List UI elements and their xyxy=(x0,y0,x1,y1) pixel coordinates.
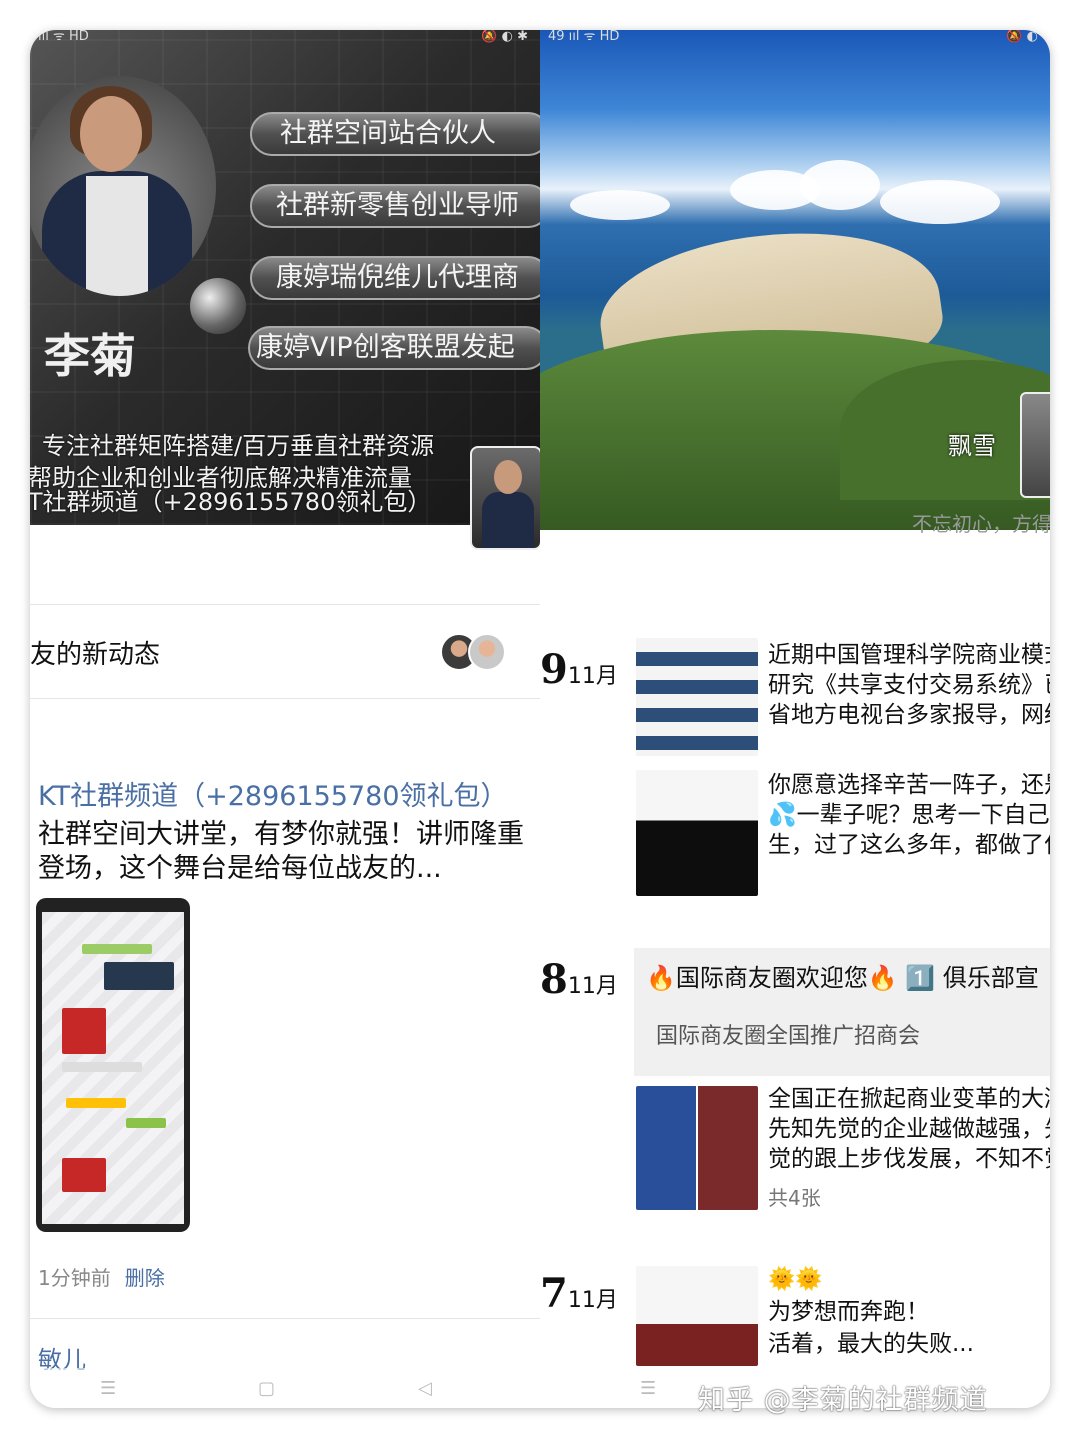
month: 11月 xyxy=(567,664,618,689)
day: 9 xyxy=(540,646,568,693)
title-pill-4: 康婷VIP创客联盟发起 xyxy=(248,326,540,370)
entry-date: 911月 xyxy=(540,650,618,697)
avatar xyxy=(468,633,506,671)
home-icon[interactable]: ▢ xyxy=(258,1378,275,1399)
entry-line: 活着，最大的失败... xyxy=(768,1331,974,1357)
entry-line: 🌞🌞 xyxy=(768,1267,823,1292)
entry-line: 你愿意选择辛苦一阵子，还是 xyxy=(768,772,1050,798)
album-cover-photo[interactable]: 49 ııl ᯤ HD 🔕 ◐ xyxy=(540,30,1050,530)
share-title: 🔥国际商友圈欢迎您🔥 1️⃣ 俱乐部宣 xyxy=(646,964,1039,992)
post-text-line-1: 社群空间大讲堂，有梦你就强！讲师隆重 xyxy=(38,819,524,850)
shared-link-card[interactable]: 🔥国际商友圈欢迎您🔥 1️⃣ 俱乐部宣 国际商友圈全国推广招商会 xyxy=(634,948,1050,1076)
entry-date: 811月 xyxy=(540,960,618,1007)
entry-line: 省地方电视台多家报导，网络 xyxy=(768,702,1050,728)
status-bar: 49 ııl ᯤ HD 🔕 ◐ xyxy=(540,30,1050,44)
share-subtitle: 国际商友圈全国推广招商会 xyxy=(656,1024,921,1049)
right-album-panel[interactable]: 49 ııl ᯤ HD 🔕 ◐ 飘雪 不忘初心，方得 911月 近期中国管理科学… xyxy=(540,30,1050,1408)
profile-avatar[interactable] xyxy=(470,446,540,550)
image-count: 共4张 xyxy=(768,1186,821,1210)
month: 11月 xyxy=(567,974,618,999)
entry-text[interactable]: 全国正在掀起商业变革的大潮 先知先觉的企业越做越强，先 觉的跟上步伐发展，不知不… xyxy=(768,1084,1050,1174)
title-pill-1: 社群空间站合伙人 xyxy=(250,112,540,156)
user-avatar[interactable] xyxy=(1020,392,1050,498)
screenshot-frame: ııl ᯤ HD 🔕 ◐ ✱ 社群空间站合伙人 社群新零售创业导师 康婷瑞倪维儿… xyxy=(30,30,1050,1408)
entry-line: 先知先觉的企业越做越强，先 xyxy=(768,1116,1050,1142)
post-image[interactable] xyxy=(36,898,190,1232)
entry-text[interactable]: 你愿意选择辛苦一阵子，还是 💦一辈子呢？思考一下自己的 生，过了这么多年，都做了… xyxy=(768,770,1050,860)
divider xyxy=(30,1318,540,1319)
entry-thumbnail[interactable] xyxy=(636,770,758,896)
cover-portrait xyxy=(30,76,216,296)
cover-line-3: KT社群频道（+2896155780领礼包） xyxy=(30,488,432,516)
status-bar: ııl ᯤ HD 🔕 ◐ ✱ xyxy=(30,30,540,44)
post-author[interactable]: KT社群频道（+2896155780领礼包） xyxy=(38,774,508,813)
entry-line: 💦一辈子呢？思考一下自己的 xyxy=(768,802,1050,828)
status-left: 49 ııl ᯤ HD xyxy=(548,30,620,44)
divider xyxy=(30,698,540,699)
watermark: 知乎 @李菊的社群频道 xyxy=(698,1385,988,1416)
menu-icon[interactable]: ☰ xyxy=(100,1378,116,1399)
month: 11月 xyxy=(567,1288,618,1313)
entry-line: 全国正在掀起商业变革的大潮 xyxy=(768,1086,1050,1112)
user-signature: 不忘初心，方得 xyxy=(912,512,1050,536)
status-right: 🔕 ◐ xyxy=(1006,30,1038,44)
entry-date: 711月 xyxy=(540,1274,618,1321)
day: 7 xyxy=(540,1270,568,1317)
new-moments-title[interactable]: 友的新动态 xyxy=(30,634,160,671)
entry-line: 研究《共享支付交易系统》已 xyxy=(768,672,1050,698)
left-moments-panel[interactable]: ııl ᯤ HD 🔕 ◐ ✱ 社群空间站合伙人 社群新零售创业导师 康婷瑞倪维儿… xyxy=(30,30,540,1408)
cover-line-1: 专注社群矩阵搭建/百万垂直社群资源 xyxy=(42,432,435,460)
entry-thumbnail[interactable] xyxy=(636,1266,758,1366)
entry-line: 为梦想而奔跑！ xyxy=(768,1299,929,1325)
status-left: ııl ᯤ HD xyxy=(38,30,89,44)
post-text[interactable]: 社群空间大讲堂，有梦你就强！讲师隆重 登场，这个舞台是给每位战友的... xyxy=(38,818,540,886)
profile-name: 李菊 xyxy=(44,329,136,383)
entry-thumbnail[interactable] xyxy=(636,638,758,756)
new-moments-avatars[interactable] xyxy=(440,633,510,671)
entry-line: 生，过了这么多年，都做了什 xyxy=(768,832,1050,858)
user-name[interactable]: 飘雪 xyxy=(948,426,996,461)
profile-cover[interactable]: ııl ᯤ HD 🔕 ◐ ✱ 社群空间站合伙人 社群新零售创业导师 康婷瑞倪维儿… xyxy=(30,30,540,525)
delete-link[interactable]: 删除 xyxy=(125,1266,165,1290)
post-meta: 1分钟前 删除 xyxy=(38,1262,165,1291)
entry-text[interactable]: 🌞🌞 为梦想而奔跑！ 活着，最大的失败... xyxy=(768,1264,974,1360)
title-pill-2: 社群新零售创业导师 xyxy=(250,184,540,228)
post-time: 1分钟前 xyxy=(38,1266,111,1290)
status-right: 🔕 ◐ ✱ xyxy=(481,30,528,44)
menu-icon[interactable]: ☰ xyxy=(640,1378,656,1399)
title-pill-3: 康婷瑞倪维儿代理商 xyxy=(250,256,540,300)
post-text-line-2: 登场，这个舞台是给每位战友的... xyxy=(38,853,442,884)
entry-text[interactable]: 近期中国管理科学院商业模式 研究《共享支付交易系统》已 省地方电视台多家报导，网… xyxy=(768,640,1050,730)
day: 8 xyxy=(540,956,568,1003)
back-icon[interactable]: ◁ xyxy=(418,1378,432,1399)
entry-line: 觉的跟上步伐发展，不知不觉 xyxy=(768,1146,1050,1172)
divider xyxy=(30,604,540,605)
decor-sphere xyxy=(190,278,246,334)
entry-line: 近期中国管理科学院商业模式 xyxy=(768,642,1050,668)
entry-thumbnail[interactable] xyxy=(636,1086,758,1210)
